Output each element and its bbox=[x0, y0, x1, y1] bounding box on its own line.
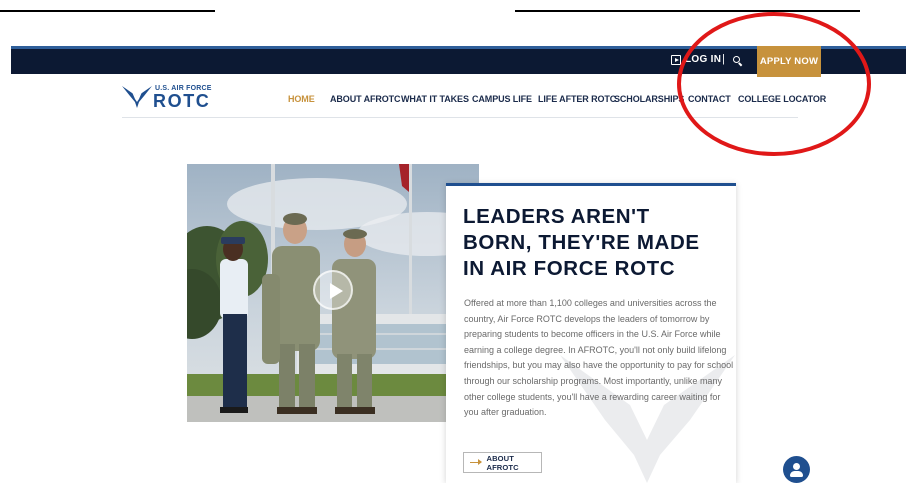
hero-body-text: Offered at more than 1,100 colleges and … bbox=[464, 298, 734, 418]
hero-title-line-3: IN AIR FORCE ROTC bbox=[463, 257, 676, 280]
hero-title: LEADERS AREN'T BORN, THEY'RE MADE IN AIR… bbox=[463, 204, 723, 282]
about-afrotc-button[interactable]: ABOUT AFROTC bbox=[463, 452, 542, 473]
about-afrotc-label: ABOUT AFROTC bbox=[486, 453, 519, 472]
document-underline-right bbox=[515, 10, 860, 12]
document-underline-left bbox=[0, 10, 215, 12]
nav-item-about-afrotc[interactable]: ABOUT AFROTC bbox=[330, 94, 401, 104]
nav-item-home[interactable]: HOME bbox=[288, 94, 315, 104]
nav-item-what-it-takes[interactable]: WHAT IT TAKES bbox=[401, 94, 469, 104]
annotation-circle bbox=[677, 12, 871, 156]
hero-title-line-2: BORN, THEY'RE MADE bbox=[463, 231, 700, 254]
arrow-right-icon bbox=[470, 459, 484, 464]
login-icon bbox=[671, 54, 681, 65]
chat-user-icon[interactable] bbox=[783, 456, 810, 483]
play-icon[interactable] bbox=[313, 270, 353, 310]
hero-title-line-1: LEADERS AREN'T bbox=[463, 205, 650, 228]
nav-item-scholarships[interactable]: SCHOLARSHIPS bbox=[614, 94, 684, 104]
nav-item-campus-life[interactable]: CAMPUS LIFE bbox=[472, 94, 532, 104]
nav-item-life-after-rotc[interactable]: LIFE AFTER ROTC bbox=[538, 94, 616, 104]
